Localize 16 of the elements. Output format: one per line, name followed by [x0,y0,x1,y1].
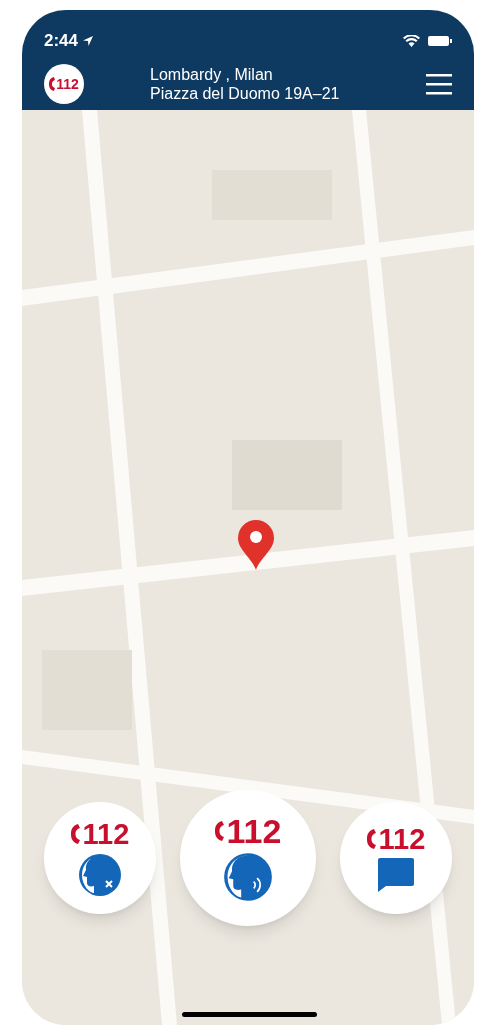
phone-icon [70,823,80,845]
wifi-icon [403,34,420,47]
status-time: 2:44 [44,30,79,52]
face-speaking-icon [223,852,273,902]
logo-text: 112 [56,76,79,91]
phone-icon [49,75,56,92]
battery-icon [428,34,452,47]
location-pin-icon [238,520,274,570]
location-arrow-icon [82,34,95,47]
phone-icon [214,820,224,842]
chat-bubble-icon [378,857,414,892]
menu-icon[interactable] [426,72,452,95]
location-region: Lombardy , Milan [150,64,274,84]
location-address: Piazza del Duomo 19A–21 [150,83,340,103]
phone-icon [366,828,376,850]
face-speaking-muted-icon [78,852,122,897]
